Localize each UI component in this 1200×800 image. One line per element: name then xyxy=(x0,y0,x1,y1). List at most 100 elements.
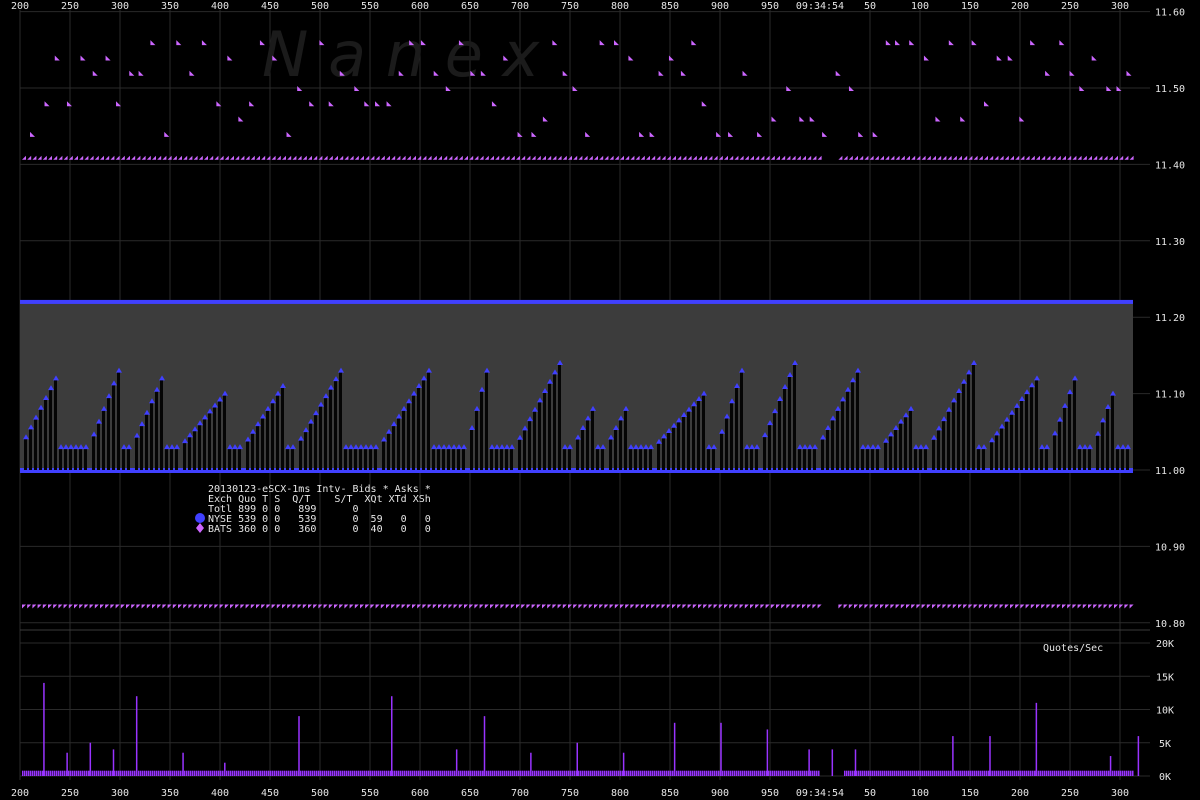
rate-spike xyxy=(1137,736,1140,776)
rate-bar xyxy=(62,770,64,776)
bats-bid-mark xyxy=(1041,604,1046,609)
nyse-bid-bar xyxy=(667,431,670,470)
rate-bar xyxy=(970,770,972,776)
rate-bar xyxy=(286,770,288,776)
bats-ask-mark xyxy=(594,155,598,160)
bats-bid-mark xyxy=(656,604,661,609)
rate-bar xyxy=(212,770,214,776)
legend-nyse-marker xyxy=(195,513,205,523)
bats-ask-mark xyxy=(708,155,713,160)
x-tick-label-bottom: 900 xyxy=(711,788,729,799)
rate-bar xyxy=(1112,770,1114,776)
rate-bar xyxy=(36,770,38,776)
rate-bar xyxy=(752,770,754,776)
x-tick-label-bottom: 800 xyxy=(611,788,629,799)
rate-bar xyxy=(428,770,430,776)
nyse-bid-bar xyxy=(884,440,887,470)
rate-bar xyxy=(440,770,442,776)
rate-bar xyxy=(992,770,994,776)
nyse-bid-bar xyxy=(871,447,874,470)
rate-bar xyxy=(346,770,348,776)
bats-ask-mark xyxy=(276,155,281,160)
bats-ask-mark xyxy=(230,155,234,160)
bats-bid-mark xyxy=(458,604,463,609)
nyse-bid-bar xyxy=(798,447,801,470)
rate-bar xyxy=(1102,770,1104,776)
bats-bid-mark xyxy=(375,604,380,609)
rate-bar xyxy=(472,770,474,776)
bats-bid-mark xyxy=(37,604,42,609)
nyse-bid-bar xyxy=(543,391,546,470)
nyse-bid-bar xyxy=(982,447,985,470)
rate-bar xyxy=(692,770,694,776)
bats-bid-mark xyxy=(952,604,957,609)
rate-spike xyxy=(182,752,184,776)
rate-bar xyxy=(1080,770,1082,776)
bats-bid-mark xyxy=(1015,604,1020,609)
rate-bar xyxy=(652,770,654,776)
bats-ask-mark xyxy=(770,155,775,160)
rate-bar xyxy=(40,770,42,776)
rate-bar xyxy=(796,770,798,776)
chart-stage: N a n e x 200 250 300 350 400 450 500 550 600 650… xyxy=(0,0,1200,800)
rate-bar xyxy=(404,770,406,776)
bats-bid-mark xyxy=(198,604,203,609)
rate-bar xyxy=(660,770,662,776)
bats-ask-mark xyxy=(906,155,910,160)
rate-bar xyxy=(1016,770,1018,776)
rate-bar xyxy=(610,770,612,776)
bats-ask-mark xyxy=(474,155,479,160)
nyse-bid-bar xyxy=(286,447,289,470)
rate-bar xyxy=(684,770,686,776)
bats-bid-mark xyxy=(1088,604,1092,609)
nyse-bid-bar xyxy=(629,447,632,470)
rate-bar xyxy=(72,770,74,776)
bats-ask-mark xyxy=(438,155,442,160)
rate-bar xyxy=(336,770,338,776)
rate-bar xyxy=(504,770,506,776)
rate-bar xyxy=(200,770,202,776)
nyse-bid-bar xyxy=(329,387,332,470)
rate-bar xyxy=(244,770,246,776)
rate-bar xyxy=(740,770,742,776)
rate-bar xyxy=(22,770,24,776)
nyse-bid-bar xyxy=(609,437,612,470)
rate-bar xyxy=(612,770,614,776)
rate-bar xyxy=(1030,770,1032,776)
rate-bar xyxy=(464,770,466,776)
rate-bar xyxy=(320,770,322,776)
rate-bar xyxy=(882,770,884,776)
bats-ask-mark xyxy=(22,155,26,160)
rate-bar xyxy=(690,770,692,776)
bats-ask-level-mark xyxy=(960,116,966,122)
rate-bar xyxy=(246,770,248,776)
rate-bar xyxy=(272,770,274,776)
bats-ask-level-mark xyxy=(668,55,674,61)
rate-bar xyxy=(810,770,812,776)
bats-ask-mark xyxy=(1124,155,1129,160)
bats-ask-level-mark xyxy=(227,55,233,61)
bats-bid-mark xyxy=(594,604,598,609)
bats-bid-mark xyxy=(682,604,687,609)
rate-bar xyxy=(1004,770,1006,776)
bats-ask-mark xyxy=(651,155,656,160)
rate-bar xyxy=(458,770,460,776)
nyse-bid-bar xyxy=(462,447,465,470)
nyse-bid-bar xyxy=(397,416,400,470)
rate-bar xyxy=(594,770,596,776)
bats-ask-level-mark xyxy=(1069,70,1075,76)
bats-bid-mark xyxy=(687,604,692,609)
rate-bar xyxy=(880,770,882,776)
nyse-bid-bar xyxy=(437,447,440,470)
y-tick-label: 11.20 xyxy=(1155,313,1185,324)
rate-bar xyxy=(32,770,34,776)
rate-bar xyxy=(76,770,78,776)
nyse-bid-bar xyxy=(697,398,700,470)
bats-bid-mark xyxy=(1098,604,1103,609)
rate-spike xyxy=(66,752,68,776)
rate-bar xyxy=(130,770,132,776)
rate-bar xyxy=(900,770,902,776)
bats-ask-mark xyxy=(1036,155,1040,160)
rate-bar xyxy=(532,770,534,776)
rate-bar xyxy=(744,770,746,776)
